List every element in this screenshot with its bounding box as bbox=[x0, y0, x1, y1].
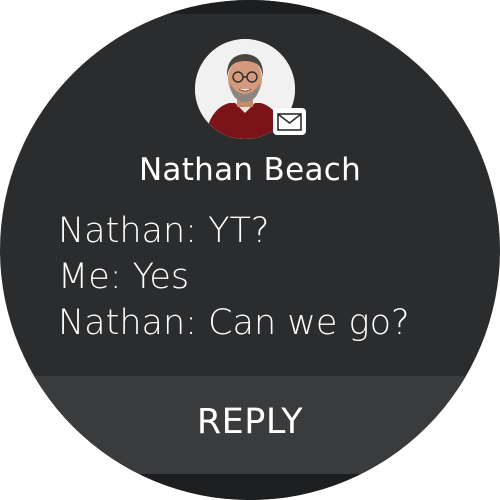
message-line: Nathan: Can we go? bbox=[58, 303, 410, 343]
reply-button[interactable]: REPLY bbox=[0, 376, 500, 474]
reply-label: REPLY bbox=[196, 402, 304, 442]
bottom-edge bbox=[0, 474, 500, 500]
watch-face: Nathan Beach Nathan: YT? Me: Yes Nathan:… bbox=[0, 0, 500, 500]
message-line: Nathan: YT? bbox=[58, 211, 270, 251]
mail-icon bbox=[273, 108, 306, 135]
message-list: Nathan: YT? Me: Yes Nathan: Can we go? bbox=[58, 208, 458, 346]
message-line: Me: Yes bbox=[58, 257, 190, 297]
sender-name: Nathan Beach bbox=[138, 152, 362, 188]
top-edge bbox=[0, 0, 500, 14]
